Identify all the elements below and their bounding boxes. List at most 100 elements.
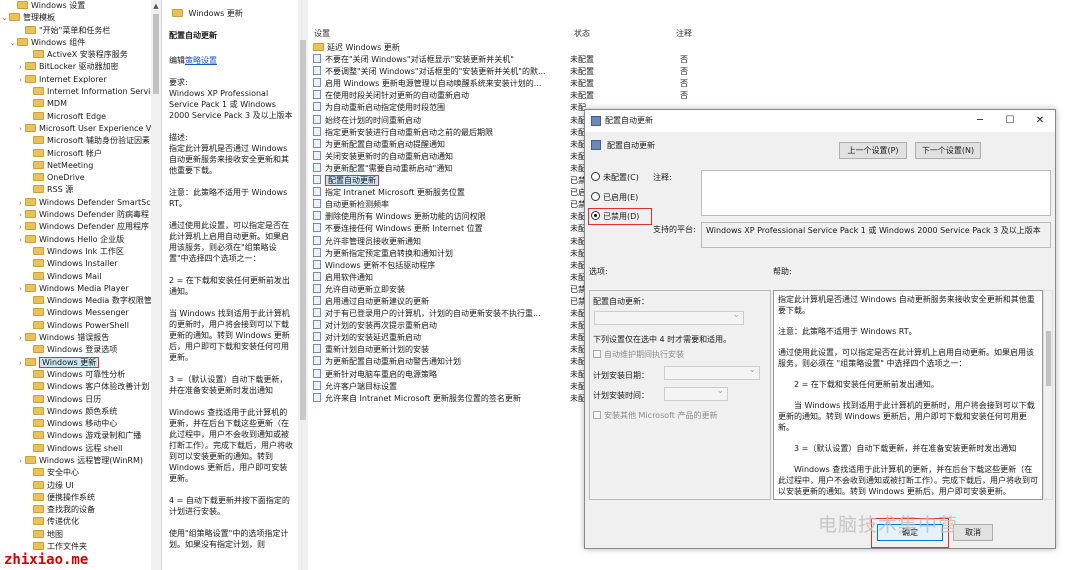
tree-item[interactable]: Windows Mail xyxy=(0,271,161,283)
tree-item[interactable]: › Windows Defender 应用程序 xyxy=(0,221,161,233)
scroll-thumb[interactable] xyxy=(1046,331,1051,386)
chevron-down-icon[interactable]: ⌄ xyxy=(0,12,9,24)
col-note[interactable]: 注释 xyxy=(676,28,692,39)
minimize-icon[interactable]: ─ xyxy=(965,110,995,132)
dialog-titlebar[interactable]: 配置自动更新 ─ ☐ ✕ xyxy=(585,110,1055,132)
col-setting[interactable]: 设置 xyxy=(314,28,330,39)
folder-icon xyxy=(25,62,36,71)
policy-name: 为更新配置"需要自动重新启动"通知 xyxy=(325,163,453,173)
tree-item[interactable]: Windows 登录选项 xyxy=(0,344,161,356)
chevron-right-icon[interactable]: › xyxy=(16,455,25,467)
policy-row[interactable]: 启用 Windows 更新电源管理以自动唤醒系统来安装计划的... 未配置 否 xyxy=(310,78,710,90)
folder-icon xyxy=(313,43,324,51)
tree-item[interactable]: Windows 移动中心 xyxy=(0,418,161,430)
chevron-right-icon[interactable]: › xyxy=(16,74,25,86)
chevron-right-icon[interactable]: › xyxy=(16,283,25,295)
tree-item[interactable]: 便携操作系统 xyxy=(0,492,161,504)
tree-item[interactable]: MDM xyxy=(0,98,161,110)
tree-item[interactable]: ⌄ Windows 组件 xyxy=(0,37,161,49)
chevron-right-icon[interactable]: › xyxy=(16,123,25,135)
tree-item[interactable]: Windows 可靠性分析 xyxy=(0,369,161,381)
chevron-right-icon[interactable]: › xyxy=(16,221,25,233)
chevron-right-icon[interactable]: › xyxy=(16,357,25,369)
folder-icon xyxy=(33,111,44,120)
scroll-thumb[interactable] xyxy=(153,14,159,94)
tree-item[interactable]: ⌄ 管理模板 xyxy=(0,12,161,24)
comment-field[interactable] xyxy=(701,170,1051,216)
tree-item[interactable]: Microsoft 辅助身份验证因素 xyxy=(0,135,161,147)
opt-maintenance[interactable]: 自动维护期间执行安装 xyxy=(593,349,684,360)
tree-item[interactable]: Windows 远程 shell xyxy=(0,443,161,455)
tree-item[interactable]: › Windows Defender SmartScr xyxy=(0,197,161,209)
tree-item[interactable]: ActiveX 安装程序服务 xyxy=(0,49,161,61)
tree-item[interactable]: RSS 源 xyxy=(0,184,161,196)
day-dropdown[interactable] xyxy=(664,365,760,380)
tree-item[interactable]: 边缘 UI xyxy=(0,480,161,492)
tree-item[interactable]: Windows Ink 工作区 xyxy=(0,246,161,258)
policy-row[interactable]: 不要在"关闭 Windows"对话框显示"安装更新并关机" 未配置 否 xyxy=(310,54,710,66)
folder-icon xyxy=(33,271,44,280)
radio-enabled[interactable]: 已启用(E) xyxy=(591,192,638,204)
chevron-right-icon[interactable]: › xyxy=(16,332,25,344)
time-dropdown[interactable] xyxy=(664,386,728,401)
tree-item[interactable]: › BitLocker 驱动器加密 xyxy=(0,61,161,73)
tree-item[interactable]: › Windows Hello 企业版 xyxy=(0,234,161,246)
policy-row[interactable]: 延迟 Windows 更新 xyxy=(310,42,710,54)
tree-item[interactable]: Windows Media 数字权限管 xyxy=(0,295,161,307)
opt-other[interactable]: 安装其他 Microsoft 产品的更新 xyxy=(593,410,718,421)
tree-item[interactable]: OneDrive xyxy=(0,172,161,184)
tree-item-label: Windows 日历 xyxy=(47,394,102,404)
tree-item[interactable]: Windows 日历 xyxy=(0,394,161,406)
tree-item[interactable]: 查找我的设备 xyxy=(0,504,161,516)
tree-item[interactable]: Microsoft 帐户 xyxy=(0,148,161,160)
policy-row[interactable]: 不要调整"关闭 Windows"对话框里的"安装更新并关机"的默... 未配置 否 xyxy=(310,66,710,78)
checkbox[interactable] xyxy=(593,411,601,419)
radio-unconfigured[interactable]: 未配置(C) xyxy=(591,172,639,184)
tree-item[interactable]: 安全中心 xyxy=(0,467,161,479)
cancel-button[interactable]: 取消 xyxy=(953,524,993,541)
radio-circle[interactable] xyxy=(591,172,600,181)
chevron-right-icon[interactable]: › xyxy=(16,209,25,221)
tree-item[interactable]: Internet Information Service xyxy=(0,86,161,98)
tree-item[interactable]: Windows 客户体验改善计划 xyxy=(0,381,161,393)
tree-item[interactable]: "开始"菜单和任务栏 xyxy=(0,25,161,37)
help-scrollbar[interactable] xyxy=(1043,290,1053,500)
folder-icon xyxy=(33,492,44,501)
tree-item[interactable]: › Windows 错误报告 xyxy=(0,332,161,344)
tree-item[interactable]: Windows 颜色系统 xyxy=(0,406,161,418)
tree-item[interactable]: 传递优化 xyxy=(0,516,161,528)
tree-item[interactable]: › Internet Explorer xyxy=(0,74,161,86)
chevron-right-icon[interactable]: › xyxy=(16,61,25,73)
tree-item[interactable]: Windows Messenger xyxy=(0,307,161,319)
tree-item[interactable]: › Windows 远程管理(WinRM) xyxy=(0,455,161,467)
tree-item[interactable]: Windows 游戏录制和广播 xyxy=(0,430,161,442)
chevron-right-icon[interactable]: › xyxy=(16,234,25,246)
description-scrollbar[interactable] xyxy=(298,0,308,570)
chevron-down-icon[interactable]: ⌄ xyxy=(8,37,17,49)
close-icon[interactable]: ✕ xyxy=(1025,110,1055,132)
maximize-icon[interactable]: ☐ xyxy=(995,110,1025,132)
tree-item[interactable]: Windows 设置 xyxy=(0,0,161,12)
tree-item[interactable]: › Windows 更新 xyxy=(0,356,161,369)
next-setting-button[interactable]: 下一个设置(N) xyxy=(915,142,981,159)
tree-item[interactable]: 地图 xyxy=(0,529,161,541)
tree-item[interactable]: NetMeeting xyxy=(0,160,161,172)
chevron-right-icon[interactable]: › xyxy=(16,197,25,209)
tree-item[interactable]: Windows Installer xyxy=(0,258,161,270)
prev-setting-button[interactable]: 上一个设置(P) xyxy=(839,142,907,159)
tree-item[interactable]: Microsoft Edge xyxy=(0,111,161,123)
col-state[interactable]: 状态 xyxy=(574,28,590,39)
config-dropdown[interactable] xyxy=(594,310,744,325)
radio-circle[interactable] xyxy=(591,192,600,201)
tree-item[interactable]: › Windows Defender 防病毒程 xyxy=(0,209,161,221)
tree-item[interactable]: › Microsoft User Experience V xyxy=(0,123,161,135)
checkbox[interactable] xyxy=(593,350,601,358)
tree-item[interactable]: Windows PowerShell xyxy=(0,320,161,332)
edit-policy-link[interactable]: 策略设置 xyxy=(185,56,217,65)
tree-scrollbar[interactable]: ▲ xyxy=(151,0,161,570)
policy-row[interactable]: 在使用时段关闭针对更新的自动重新启动 未配置 否 xyxy=(310,90,710,102)
scroll-thumb[interactable] xyxy=(300,40,306,420)
scroll-up-icon[interactable]: ▲ xyxy=(151,2,161,10)
tree-item[interactable]: › Windows Media Player xyxy=(0,283,161,295)
policy-tree[interactable]: Windows 设置 ⌄ 管理模板 "开始"菜单和任务栏 ⌄ Windows 组件 Acti… xyxy=(0,0,162,570)
